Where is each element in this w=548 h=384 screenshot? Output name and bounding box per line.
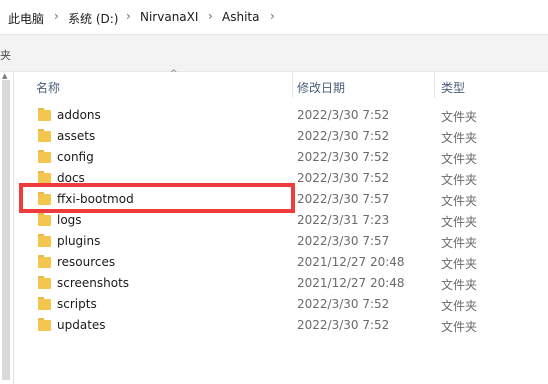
- scroll-up-icon[interactable]: ▲: [2, 72, 7, 80]
- file-type: 文件夹: [441, 299, 478, 313]
- file-modified: 2022/3/30 7:52: [297, 297, 390, 311]
- column-header-modified[interactable]: 修改日期: [297, 79, 345, 96]
- column-divider[interactable]: [292, 72, 293, 98]
- folder-icon: [38, 234, 52, 248]
- file-modified: 2022/3/30 7:57: [297, 192, 390, 206]
- toolbar-band: [0, 35, 548, 72]
- table-row[interactable]: config 2022/3/30 7:52 文件夹: [14, 147, 548, 168]
- file-modified: 2022/3/31 7:23: [297, 213, 390, 227]
- table-row[interactable]: updates 2022/3/30 7:52 文件夹: [14, 315, 548, 336]
- table-row[interactable]: assets 2022/3/30 7:52 文件夹: [14, 126, 548, 147]
- folder-icon: [38, 297, 52, 311]
- folder-icon: [38, 276, 52, 290]
- folder-icon: [38, 213, 52, 227]
- file-modified: 2022/3/30 7:57: [297, 234, 390, 248]
- file-type: 文件夹: [441, 236, 478, 250]
- breadcrumb-item-ashita[interactable]: Ashita: [222, 10, 259, 24]
- file-type: 文件夹: [441, 152, 478, 166]
- file-type: 文件夹: [441, 215, 478, 229]
- address-bar[interactable]: 此电脑 › 系统 (D:) › NirvanaXI › Ashita ›: [0, 0, 548, 35]
- table-row[interactable]: plugins 2022/3/30 7:57 文件夹: [14, 231, 548, 252]
- file-name: logs: [57, 213, 82, 227]
- file-modified: 2022/3/30 7:52: [297, 318, 390, 332]
- file-type: 文件夹: [441, 320, 478, 334]
- folder-icon: [38, 108, 52, 122]
- column-header-row: ^ 名称 修改日期 类型: [14, 69, 548, 98]
- file-modified: 2022/3/30 7:52: [297, 129, 390, 143]
- file-name: screenshots: [57, 276, 130, 290]
- file-name: updates: [57, 318, 106, 332]
- file-type: 文件夹: [441, 173, 478, 187]
- file-modified: 2022/3/30 7:52: [297, 150, 390, 164]
- breadcrumb-item-this-pc[interactable]: 此电脑: [8, 10, 44, 27]
- file-name: assets: [57, 129, 96, 143]
- table-row[interactable]: logs 2022/3/31 7:23 文件夹: [14, 210, 548, 231]
- folder-icon: [38, 150, 52, 164]
- file-modified: 2022/3/30 7:52: [297, 171, 390, 185]
- file-name: resources: [57, 255, 116, 269]
- nav-pane-label[interactable]: 夹: [0, 47, 11, 63]
- table-row[interactable]: addons 2022/3/30 7:52 文件夹: [14, 105, 548, 126]
- file-type: 文件夹: [441, 257, 478, 271]
- column-divider[interactable]: [434, 72, 435, 98]
- folder-icon: [38, 318, 52, 332]
- file-type: 文件夹: [441, 194, 478, 208]
- scrollbar-thumb[interactable]: [2, 80, 10, 380]
- table-row[interactable]: scripts 2022/3/30 7:52 文件夹: [14, 294, 548, 315]
- file-type: 文件夹: [441, 278, 478, 292]
- file-modified: 2021/12/27 20:48: [297, 276, 405, 290]
- file-type: 文件夹: [441, 110, 478, 124]
- highlight-box: [19, 183, 295, 213]
- chevron-right-icon[interactable]: ›: [208, 9, 213, 23]
- folder-icon: [38, 129, 52, 143]
- table-row[interactable]: resources 2021/12/27 20:48 文件夹: [14, 252, 548, 273]
- column-header-name[interactable]: 名称: [36, 79, 60, 96]
- file-name: addons: [57, 108, 101, 122]
- chevron-right-icon[interactable]: ›: [54, 9, 59, 23]
- sort-up-icon: ^: [170, 69, 178, 79]
- file-modified: 2021/12/27 20:48: [297, 255, 405, 269]
- file-name: config: [57, 150, 94, 164]
- folder-icon: [38, 255, 52, 269]
- table-row[interactable]: screenshots 2021/12/27 20:48 文件夹: [14, 273, 548, 294]
- navigation-pane[interactable]: ▲: [0, 72, 14, 384]
- file-name: scripts: [57, 297, 97, 311]
- column-header-type[interactable]: 类型: [441, 79, 465, 96]
- chevron-right-icon[interactable]: ›: [270, 9, 275, 23]
- breadcrumb-item-nirvanaxi[interactable]: NirvanaXI: [140, 10, 198, 24]
- chevron-right-icon[interactable]: ›: [126, 9, 131, 23]
- file-name: plugins: [57, 234, 101, 248]
- breadcrumb-item-drive[interactable]: 系统 (D:): [68, 10, 118, 27]
- file-modified: 2022/3/30 7:52: [297, 108, 390, 122]
- file-type: 文件夹: [441, 131, 478, 145]
